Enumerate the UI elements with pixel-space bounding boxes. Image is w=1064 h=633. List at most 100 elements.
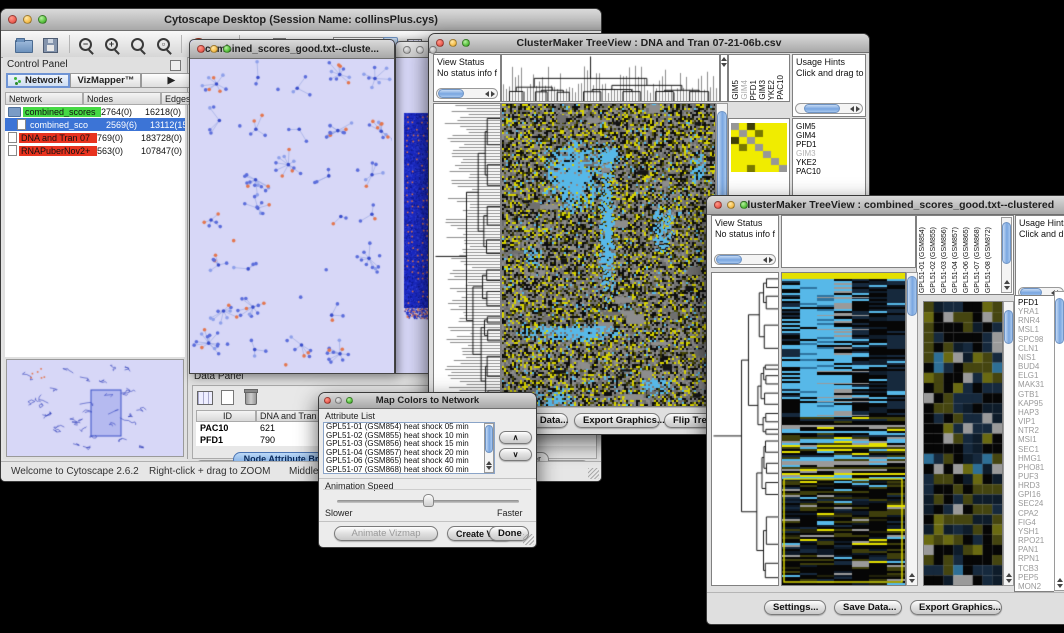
column-label[interactable]: GPL51-04 (GSM857) [952, 227, 960, 293]
move-up-button[interactable]: ∧ [499, 431, 532, 444]
gene-label[interactable]: NTR2 [1018, 426, 1054, 435]
tv2-status-hscroll[interactable] [714, 254, 776, 265]
row-dendrogram-canvas[interactable] [712, 273, 778, 585]
gene-label[interactable]: NIS1 [1018, 353, 1054, 362]
move-down-button[interactable]: ∨ [499, 448, 532, 461]
gene-label[interactable]: VIP1 [1018, 417, 1054, 426]
minimize-icon[interactable] [23, 15, 32, 24]
gene-label[interactable]: RPN1 [1018, 554, 1054, 563]
gene-label[interactable]: BUD4 [1018, 362, 1054, 371]
gene-label[interactable]: SEC24 [1018, 499, 1054, 508]
float-panel-icon[interactable] [170, 60, 181, 71]
zoom-window-icon[interactable] [346, 397, 353, 404]
network-canvas[interactable] [190, 59, 392, 372]
gene-label[interactable]: MON2 [1018, 582, 1054, 591]
gene-label[interactable]: GIM3 [796, 149, 865, 158]
gene-label[interactable]: SPC98 [1018, 335, 1054, 344]
network-view-titlebar[interactable]: combined_scores_good.txt--cluste... [190, 40, 394, 59]
close-icon[interactable] [403, 46, 411, 54]
column-label[interactable]: GPL51-03 (GSM856) [941, 227, 949, 293]
minimize-icon[interactable] [416, 46, 424, 54]
heatmap-canvas[interactable] [782, 273, 905, 585]
gene-label[interactable]: HAP3 [1018, 408, 1054, 417]
gene-label[interactable]: FIG4 [1018, 518, 1054, 527]
resize-grip[interactable] [523, 534, 534, 545]
zoom-in-icon[interactable]: + [105, 36, 125, 54]
gene-label[interactable]: YKE2 [796, 158, 865, 167]
gene-label[interactable]: RPO21 [1018, 536, 1054, 545]
column-header[interactable]: Network [5, 92, 83, 105]
gene-label[interactable]: HMG1 [1018, 454, 1054, 463]
gene-label[interactable]: TCB3 [1018, 564, 1054, 573]
animate-vizmap-button[interactable]: Animate Vizmap [334, 526, 438, 541]
zoom-fit-icon[interactable] [131, 36, 151, 54]
export-graphics-button[interactable]: Export Graphics... [910, 600, 1002, 615]
gene-label[interactable]: PFD1 [1018, 298, 1054, 307]
column-label[interactable]: GIM4 [741, 80, 749, 100]
gene-label[interactable]: CLN1 [1018, 344, 1054, 353]
treeview1-titlebar[interactable]: ClusterMaker TreeView : DNA and Tran 07-… [429, 34, 869, 53]
gene-label[interactable]: MSI1 [1018, 435, 1054, 444]
gene-label[interactable]: PAN1 [1018, 545, 1054, 554]
gene-label[interactable]: SEC1 [1018, 445, 1054, 454]
gene-label[interactable]: MSL1 [1018, 325, 1054, 334]
column-header[interactable]: Nodes [83, 92, 161, 105]
close-icon[interactable] [8, 15, 17, 24]
vscroll-thumb[interactable] [907, 276, 917, 316]
tv1-status-hscroll[interactable] [436, 88, 498, 99]
table-row[interactable]: combined_scores 2764(0) 16218(0) [5, 105, 185, 118]
column-label[interactable]: GIM3 [759, 80, 767, 100]
zoom-heatmap-canvas[interactable] [731, 123, 787, 172]
minimize-icon[interactable] [449, 39, 457, 47]
close-icon[interactable] [197, 45, 205, 53]
close-icon[interactable] [714, 201, 722, 209]
save-data-button[interactable]: Save Data... [834, 600, 902, 615]
vscroll-thumb[interactable] [1002, 222, 1011, 264]
hscroll-thumb[interactable] [804, 104, 840, 113]
attribute-list-item[interactable]: GPL51-07 (GSM868) heat shock 60 min [324, 466, 494, 474]
column-label[interactable]: GPL51-06 (GSM865) [963, 227, 971, 293]
gene-label[interactable]: GPI16 [1018, 490, 1054, 499]
tv1-usage-hscroll[interactable] [795, 103, 863, 114]
zoom-heatmap-canvas[interactable] [924, 302, 1002, 585]
save-icon[interactable] [43, 36, 63, 54]
gene-label[interactable]: PAC10 [796, 167, 865, 176]
control-panel-tab[interactable]: VizMapper™ [70, 73, 141, 88]
gene-label[interactable]: RNR4 [1018, 316, 1054, 325]
gene-label[interactable]: MAK31 [1018, 380, 1054, 389]
zoom-selected-icon[interactable]: ▫ [157, 36, 177, 54]
gene-label[interactable]: PUF3 [1018, 472, 1054, 481]
table-row[interactable]: DNA and Tran 07 769(0) 183728(0) [5, 131, 185, 144]
tv2-column-dendrogram-panel[interactable] [781, 215, 916, 268]
control-panel-tab[interactable]: Network [6, 73, 70, 88]
column-label[interactable]: GPL51-02 (GSM855) [930, 227, 938, 293]
vscroll-thumb[interactable] [1004, 310, 1013, 344]
zoom-window-icon[interactable] [462, 39, 470, 47]
minimize-icon[interactable] [727, 201, 735, 209]
new-attribute-icon[interactable] [221, 388, 241, 406]
zoom-window-icon[interactable] [223, 45, 231, 53]
column-label[interactable]: GPL51-08 (GSM872) [985, 227, 993, 293]
zoom-window-icon[interactable] [740, 201, 748, 209]
delete-attribute-icon[interactable] [245, 388, 265, 406]
column-label[interactable]: YKE2 [768, 80, 776, 100]
gene-label[interactable]: YRA1 [1018, 307, 1054, 316]
tv2-zoom-vscrollbar[interactable] [1003, 301, 1014, 586]
gene-label[interactable]: YSH1 [1018, 527, 1054, 536]
gene-label[interactable]: GTB1 [1018, 390, 1054, 399]
table-icon[interactable] [197, 388, 217, 406]
tv2-gene-vscrollbar[interactable] [1054, 291, 1064, 591]
column-label[interactable]: PAC10 [777, 75, 785, 100]
hscroll-thumb[interactable] [438, 89, 464, 98]
gene-label[interactable]: GIM5 [796, 122, 865, 131]
close-icon[interactable] [324, 397, 331, 404]
tv2-vscrollbar[interactable] [906, 272, 918, 586]
scroll-down-icon[interactable] [909, 579, 915, 583]
speed-slider-thumb[interactable] [423, 494, 434, 507]
open-file-icon[interactable] [15, 36, 35, 54]
gene-label[interactable]: HRD3 [1018, 481, 1054, 490]
column-label[interactable]: GIM5 [732, 80, 740, 100]
attribute-list-vscroll[interactable] [484, 423, 494, 473]
gene-label[interactable]: PEP5 [1018, 573, 1054, 582]
main-titlebar[interactable]: Cytoscape Desktop (Session Name: collins… [1, 9, 601, 31]
